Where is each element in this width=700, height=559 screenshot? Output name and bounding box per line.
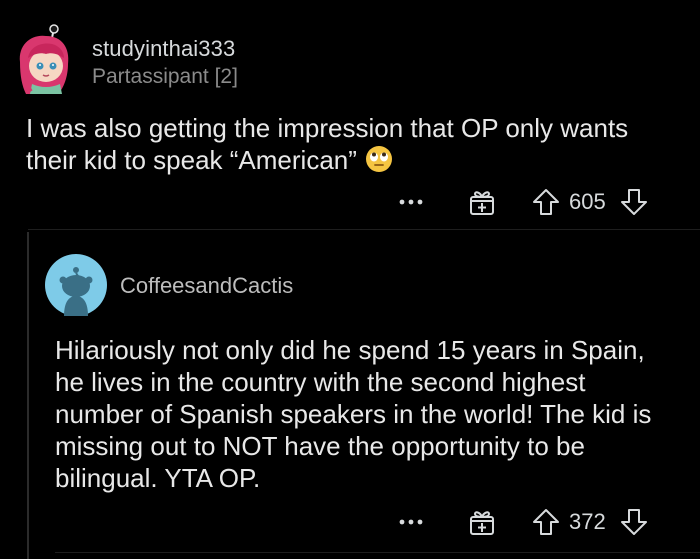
avatar[interactable] [12, 24, 78, 96]
vote-count: 372 [569, 509, 606, 534]
user-flair: Partassipant [2] [92, 65, 238, 88]
comment-body: Hilariously not only did he spend 15 yea… [55, 335, 652, 493]
username[interactable]: studyinthai333 [92, 36, 235, 62]
award-gift-icon[interactable] [467, 187, 497, 217]
upvote-icon[interactable] [531, 187, 561, 217]
downvote-icon[interactable] [619, 507, 649, 537]
comment-actions: 605 [395, 185, 649, 219]
downvote-icon[interactable] [619, 187, 649, 217]
username[interactable]: CoffeesandCactis [120, 273, 293, 299]
vote-count: 605 [569, 189, 606, 214]
thread-line[interactable] [27, 232, 29, 559]
upvote-icon[interactable] [531, 507, 561, 537]
more-options-icon[interactable] [395, 512, 427, 532]
more-options-icon[interactable] [395, 192, 427, 212]
rolling-eyes-emoji-icon [365, 145, 393, 173]
divider [55, 552, 700, 553]
divider [28, 229, 700, 230]
comment-actions: 372 [395, 505, 649, 539]
comment-body: I was also getting the impression that O… [26, 112, 666, 176]
avatar[interactable] [45, 254, 107, 316]
award-gift-icon[interactable] [467, 507, 497, 537]
comment-text: I was also getting the impression that O… [26, 113, 629, 175]
